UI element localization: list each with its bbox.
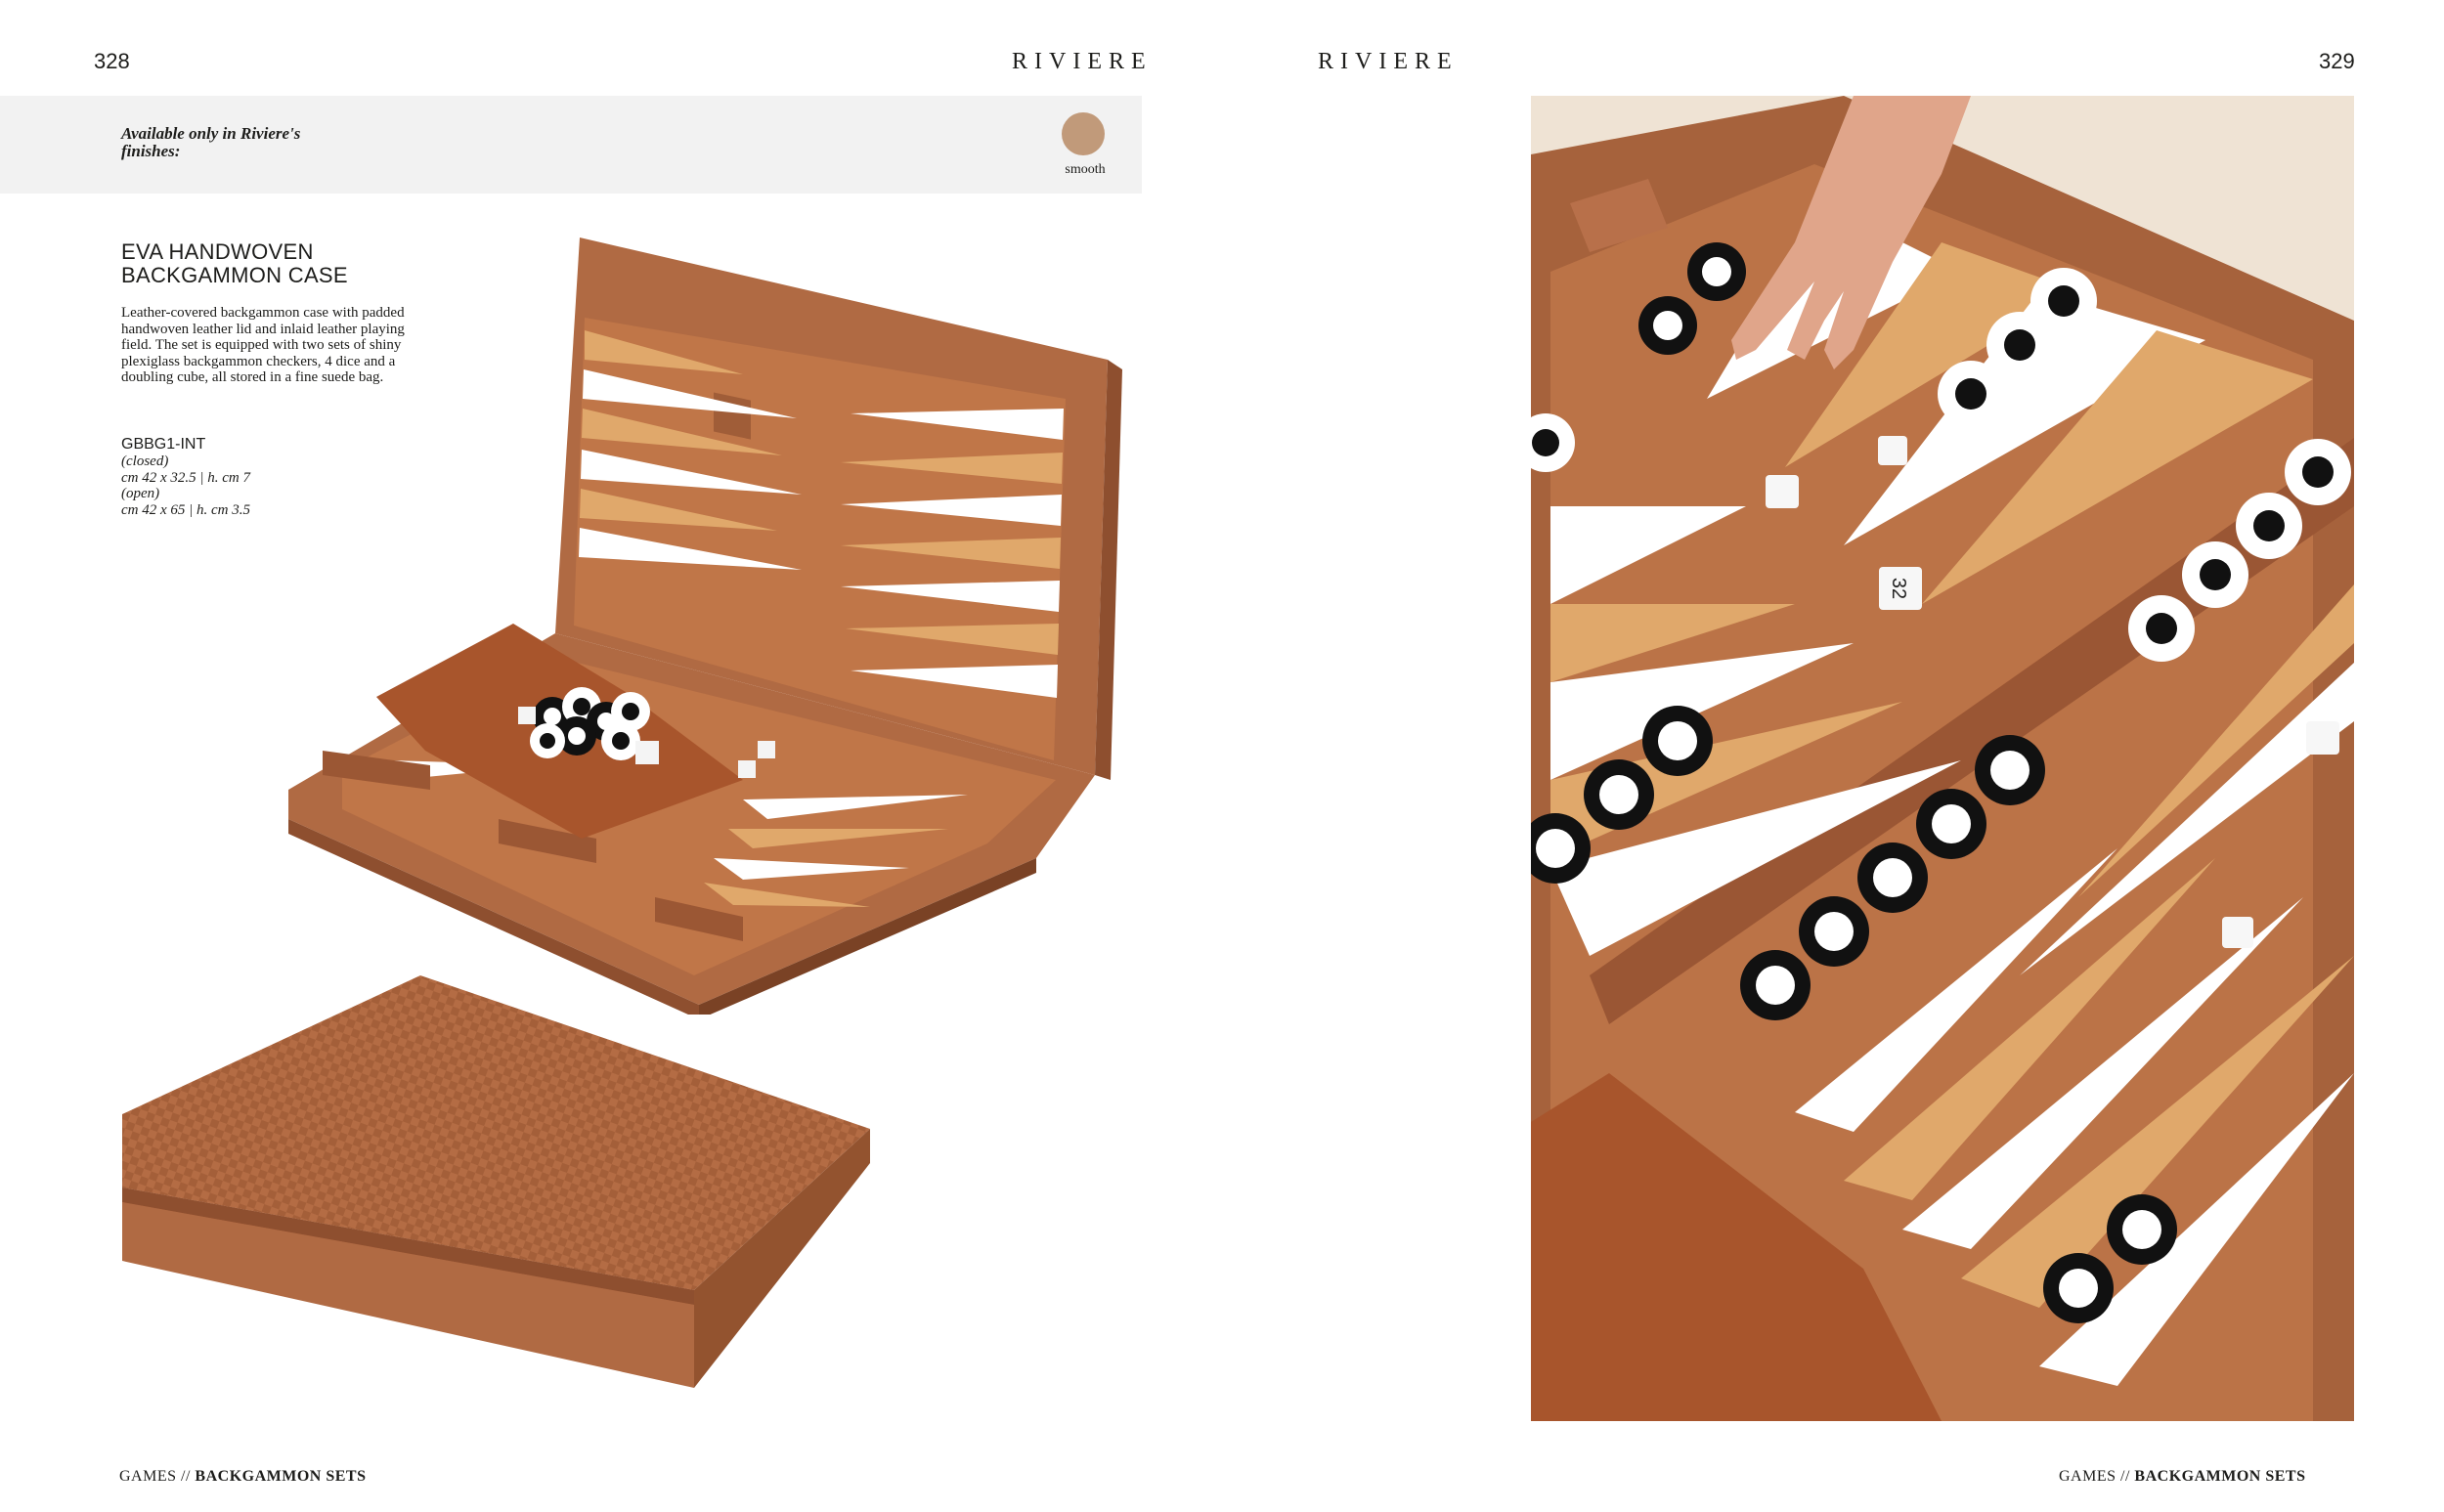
- finishes-label: Available only in Riviere's finishes:: [121, 124, 301, 160]
- doubling-cube-value: 32: [1888, 578, 1909, 599]
- die: [2306, 721, 2339, 755]
- lid-pocket: [714, 392, 751, 440]
- open-label: (open): [121, 486, 160, 501]
- closed-label: (closed): [121, 454, 169, 469]
- lifestyle-photo: 32: [1531, 96, 2354, 1421]
- footer-right: GAMES // BACKGAMMON SETS: [2059, 1468, 2305, 1486]
- brand-logo-right: RIVIERE: [1318, 49, 1459, 74]
- finish-swatch-label: smooth: [1065, 162, 1106, 177]
- page-number-right: 329: [2319, 49, 2355, 73]
- checkers-pile: [530, 687, 650, 760]
- die: [738, 760, 756, 778]
- open-dimensions: cm 42 x 65 | h. cm 3.5: [121, 501, 251, 518]
- footer-section: BACKGAMMON SETS: [2134, 1468, 2306, 1485]
- die: [1878, 436, 1907, 465]
- doubling-cube: [635, 741, 659, 764]
- closed-case-image: [122, 975, 870, 1388]
- open-case-image: [288, 238, 1122, 1015]
- die: [2222, 917, 2253, 948]
- footer-left: GAMES // BACKGAMMON SETS: [119, 1468, 366, 1486]
- brand-logo-left: RIVIERE: [1012, 49, 1153, 74]
- footer-category: GAMES //: [119, 1468, 196, 1485]
- finish-swatch-smooth[interactable]: [1062, 112, 1105, 155]
- page-number-left: 328: [94, 49, 130, 73]
- product-dimensions: (closed) cm 42 x 32.5 | h. cm 7 (open) c…: [121, 454, 250, 518]
- footer-category: GAMES //: [2059, 1468, 2135, 1485]
- die: [518, 707, 536, 724]
- product-code: GBBG1-INT: [121, 436, 206, 453]
- die: [1766, 475, 1799, 508]
- footer-section: BACKGAMMON SETS: [195, 1468, 367, 1485]
- die: [758, 741, 775, 758]
- closed-dimensions: cm 42 x 32.5 | h. cm 7: [121, 469, 251, 486]
